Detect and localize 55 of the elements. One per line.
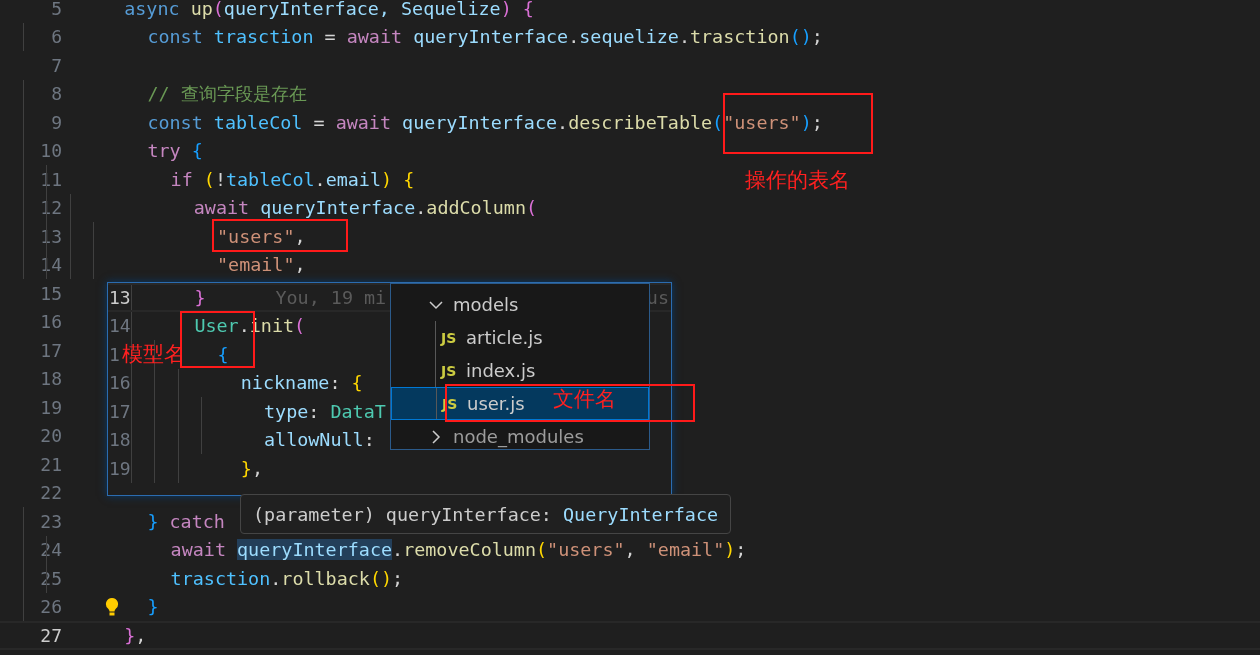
code-line: try { bbox=[147, 140, 203, 162]
hover-tooltip: (parameter) queryInterface: QueryInterface bbox=[240, 494, 732, 534]
line-number: 8 bbox=[50, 83, 62, 105]
code-line: if (!tableCol.email) { bbox=[170, 168, 415, 190]
line-number: 17 bbox=[108, 400, 131, 422]
folder-item[interactable]: node_modules bbox=[391, 420, 649, 453]
line-number: 10 bbox=[39, 140, 62, 162]
code-line: await queryInterface.removeColumn("users", "email"); bbox=[170, 539, 747, 561]
line-number: 23 bbox=[39, 510, 62, 532]
line-number: 9 bbox=[50, 111, 62, 133]
line-number: 16 bbox=[39, 311, 62, 333]
code-line: async up(queryInterface, Sequelize) { bbox=[124, 0, 534, 19]
line-number: 26 bbox=[39, 596, 62, 618]
line-number: 19 bbox=[39, 396, 62, 418]
file-item[interactable]: JS index.js bbox=[391, 354, 649, 387]
code-line: } bbox=[194, 286, 206, 308]
code-line: }, bbox=[240, 457, 263, 479]
code-line: type: DataT bbox=[264, 400, 386, 422]
code-line: await queryInterface.addColumn( bbox=[193, 197, 538, 219]
line-number: 7 bbox=[50, 54, 62, 76]
js-file-icon: JS bbox=[441, 329, 457, 346]
line-number: 18 bbox=[39, 368, 62, 390]
code-line: nickname: { bbox=[240, 372, 363, 394]
code-line: trasction.rollback(); bbox=[170, 567, 404, 589]
line-number: 5 bbox=[50, 0, 62, 19]
line-number: 22 bbox=[39, 482, 62, 504]
code-line: const trasction = await queryInterface.sequelize.trasction(); bbox=[147, 26, 823, 48]
annotation-label: 文件名 bbox=[553, 386, 616, 413]
annotation-label: 操作的表名 bbox=[745, 167, 850, 194]
line-number: 16 bbox=[108, 372, 131, 394]
line-number: 14 bbox=[108, 315, 131, 337]
code-line: }, bbox=[124, 624, 147, 646]
file-item[interactable]: JS article.js bbox=[391, 321, 649, 354]
line-number: 21 bbox=[39, 453, 62, 475]
js-file-icon: JS bbox=[441, 362, 457, 379]
line-number: 27 bbox=[39, 624, 62, 646]
line-number: 1 bbox=[108, 343, 121, 365]
line-number: 17 bbox=[39, 339, 62, 361]
line-number: 15 bbox=[39, 282, 62, 304]
code-line: } bbox=[147, 596, 159, 618]
folder-item[interactable]: models bbox=[391, 288, 649, 321]
line-number: 18 bbox=[108, 429, 131, 451]
code-line: // 查询字段是存在 bbox=[147, 83, 307, 105]
lightbulb-icon[interactable] bbox=[105, 596, 119, 617]
code-line: { bbox=[217, 343, 229, 365]
code-line: "email", bbox=[217, 254, 306, 276]
line-number: 13 bbox=[108, 286, 131, 308]
code-line: const tableCol = await queryInterface.describeTable("users"); bbox=[147, 111, 823, 133]
code-line: allowNull: bbox=[264, 429, 375, 451]
code-line: } catch bbox=[147, 510, 225, 532]
line-number: 19 bbox=[108, 457, 131, 479]
blame-annotation: You, 19 mi bbox=[275, 286, 387, 308]
code-line: "users", bbox=[217, 225, 306, 247]
line-number: 6 bbox=[50, 26, 62, 48]
line-number: 20 bbox=[39, 425, 62, 447]
